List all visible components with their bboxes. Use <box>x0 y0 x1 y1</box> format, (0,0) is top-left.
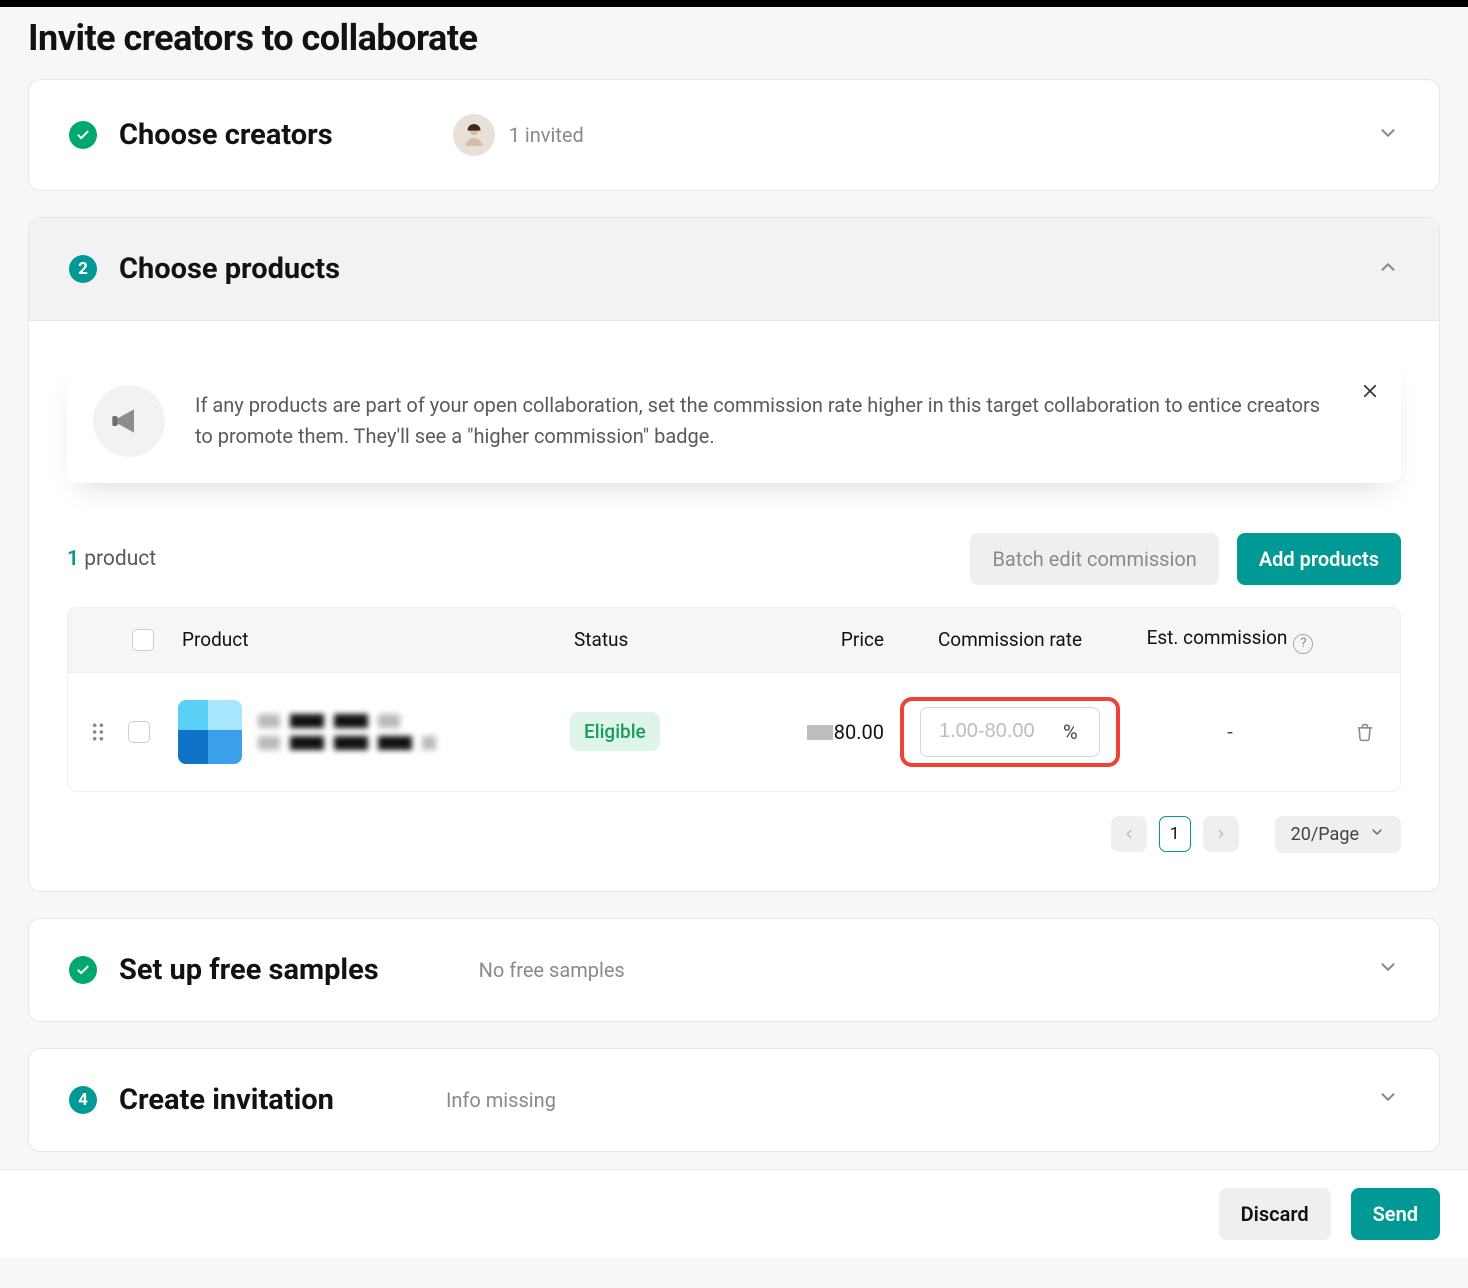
pager-prev-button[interactable] <box>1111 816 1147 852</box>
step4-title: Create invitation <box>119 1083 334 1117</box>
step-choose-products: 2 Choose products If any products are pa… <box>28 217 1440 892</box>
add-products-button[interactable]: Add products <box>1237 533 1401 585</box>
step3-summary: No free samples <box>479 958 625 982</box>
megaphone-icon <box>93 385 165 457</box>
page-size-select[interactable]: 20/Page <box>1275 816 1401 853</box>
step-choose-creators: Choose creators 1 invited <box>28 79 1440 191</box>
footer-action-bar: Discard Send <box>0 1169 1468 1258</box>
col-est-commission: Est. commission? <box>1130 626 1330 654</box>
step3-header[interactable]: Set up free samples No free samples <box>29 919 1439 1021</box>
commission-rate-field[interactable]: % <box>920 707 1100 757</box>
pager-next-button[interactable] <box>1203 816 1239 852</box>
table-header: Product Status Price Commission rate Est… <box>68 608 1400 672</box>
product-count: 1 product <box>67 547 156 571</box>
products-table: Product Status Price Commission rate Est… <box>67 607 1401 792</box>
step4-summary: Info missing <box>446 1088 556 1112</box>
product-cell <box>178 700 570 764</box>
page-title: Invite creators to collaborate <box>28 17 1440 59</box>
products-toolbar: 1 product Batch edit commission Add prod… <box>67 533 1401 585</box>
chevron-down-icon <box>1377 1086 1399 1113</box>
page-size-label: 20/Page <box>1291 824 1359 845</box>
row-checkbox[interactable] <box>128 721 150 743</box>
select-all-cell <box>128 629 178 651</box>
pagination: 1 20/Page <box>67 792 1401 853</box>
window-top-strip <box>0 0 1468 7</box>
step1-title: Choose creators <box>119 118 333 152</box>
commission-rate-input[interactable] <box>939 720 1049 743</box>
step2-header[interactable]: 2 Choose products <box>29 218 1439 321</box>
product-count-number: 1 <box>67 547 79 571</box>
status-badge: Eligible <box>570 712 660 751</box>
commission-tip-alert: If any products are part of your open co… <box>67 359 1401 483</box>
product-name-redacted <box>258 714 550 750</box>
pager-current[interactable]: 1 <box>1159 816 1191 852</box>
step1-header[interactable]: Choose creators 1 invited <box>29 80 1439 190</box>
invited-count-text: 1 invited <box>509 123 584 147</box>
product-thumbnail <box>178 700 242 764</box>
chevron-down-icon <box>1369 824 1385 845</box>
step4-header[interactable]: 4 Create invitation Info missing <box>29 1049 1439 1151</box>
check-circle-icon <box>69 956 97 984</box>
step-create-invitation: 4 Create invitation Info missing <box>28 1048 1440 1152</box>
step1-summary: 1 invited <box>453 114 584 156</box>
percent-unit: % <box>1063 720 1078 744</box>
price-visible: 80.00 <box>834 720 884 744</box>
page-container: Invite creators to collaborate Choose cr… <box>0 17 1468 1288</box>
product-count-label: product <box>79 547 156 571</box>
table-row: Eligible 80.00 % - <box>68 672 1400 791</box>
step2-title: Choose products <box>119 252 340 286</box>
alert-text: If any products are part of your open co… <box>195 390 1341 452</box>
send-button[interactable]: Send <box>1351 1188 1440 1240</box>
col-product: Product <box>178 628 570 651</box>
step4-number-badge: 4 <box>69 1086 97 1114</box>
discard-button[interactable]: Discard <box>1219 1188 1331 1240</box>
select-all-checkbox[interactable] <box>132 629 154 651</box>
drag-handle-icon[interactable] <box>68 723 128 741</box>
price-redacted-mask <box>807 725 833 740</box>
chevron-down-icon <box>1377 122 1399 149</box>
chevron-up-icon <box>1377 256 1399 283</box>
est-commission-cell: - <box>1130 720 1330 744</box>
delete-row-button[interactable] <box>1330 721 1400 743</box>
step2-number-badge: 2 <box>69 255 97 283</box>
chevron-down-icon <box>1377 956 1399 983</box>
step2-body: If any products are part of your open co… <box>29 321 1439 891</box>
col-status: Status <box>570 628 730 651</box>
check-circle-icon <box>69 121 97 149</box>
creator-avatar <box>453 114 495 156</box>
price-cell: 80.00 <box>730 720 890 744</box>
batch-edit-commission-button[interactable]: Batch edit commission <box>970 533 1218 585</box>
close-icon[interactable] <box>1361 381 1379 405</box>
commission-highlight: % <box>900 697 1120 767</box>
step3-title: Set up free samples <box>119 953 379 987</box>
col-price: Price <box>730 628 890 651</box>
step-free-samples: Set up free samples No free samples <box>28 918 1440 1022</box>
help-icon[interactable]: ? <box>1293 634 1313 654</box>
col-commission-rate: Commission rate <box>890 628 1130 651</box>
